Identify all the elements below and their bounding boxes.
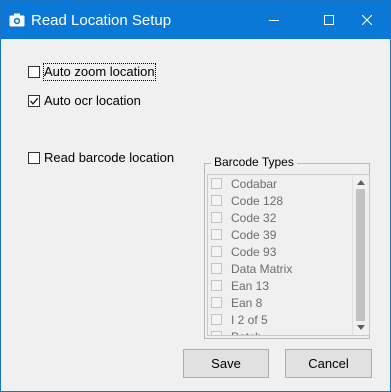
barcode-type-label: Code 39 [231, 227, 277, 242]
list-item[interactable]: Code 93 [208, 243, 353, 260]
list-item[interactable]: Data Matrix [208, 260, 353, 277]
auto-ocr-checkbox[interactable] [28, 95, 40, 107]
list-item[interactable]: Codabar [208, 175, 353, 192]
read-barcode-checkbox[interactable] [28, 152, 40, 164]
barcode-types-items: Codabar Code 128 Code 32 Code 39 Code 93 Data… [208, 175, 353, 335]
barcode-type-checkbox[interactable] [211, 195, 222, 206]
minimize-icon [269, 20, 279, 21]
list-item[interactable]: Patch [208, 328, 353, 335]
barcode-type-checkbox[interactable] [211, 212, 222, 223]
barcode-type-checkbox[interactable] [211, 229, 222, 240]
barcode-type-label: Code 32 [231, 210, 277, 225]
list-item[interactable]: Code 39 [208, 226, 353, 243]
camera-icon [9, 13, 25, 27]
list-item[interactable]: Ean 8 [208, 294, 353, 311]
barcode-type-label: Codabar [231, 176, 278, 191]
dialog-window: Read Location Setup Auto zoom location A… [0, 0, 391, 392]
barcode-type-label: I 2 of 5 [231, 312, 268, 327]
barcode-type-checkbox[interactable] [211, 178, 222, 189]
cancel-button[interactable]: Cancel [285, 349, 372, 378]
maximize-icon [324, 15, 334, 25]
barcode-type-label: Code 93 [231, 244, 277, 259]
save-button[interactable]: Save [183, 349, 269, 378]
scroll-up-icon[interactable] [357, 179, 365, 185]
barcode-type-label: Code 128 [231, 193, 284, 208]
scroll-down-icon[interactable] [357, 325, 365, 331]
barcode-type-checkbox[interactable] [211, 246, 222, 257]
auto-ocr-option[interactable]: Auto ocr location [28, 93, 141, 109]
barcode-type-checkbox[interactable] [211, 297, 222, 308]
vertical-scrollbar[interactable] [352, 175, 369, 335]
read-barcode-option[interactable]: Read barcode location [28, 150, 174, 166]
list-item[interactable]: Code 128 [208, 192, 353, 209]
auto-zoom-label: Auto zoom location [43, 63, 156, 81]
close-button[interactable] [344, 1, 390, 39]
window-title: Read Location Setup [31, 12, 172, 29]
title-bar[interactable]: Read Location Setup [1, 1, 390, 39]
barcode-type-checkbox[interactable] [211, 331, 222, 335]
read-barcode-label: Read barcode location [44, 150, 175, 165]
list-item[interactable]: Code 32 [208, 209, 353, 226]
barcode-type-label: Ean 8 [231, 295, 263, 310]
auto-ocr-label: Auto ocr location [44, 93, 141, 108]
auto-zoom-checkbox[interactable] [28, 66, 40, 78]
barcode-type-checkbox[interactable] [211, 314, 222, 325]
list-item[interactable]: I 2 of 5 [208, 311, 353, 328]
checkmark-icon [29, 97, 39, 105]
minimize-button[interactable] [251, 1, 297, 39]
barcode-types-title: Barcode Types [211, 155, 297, 169]
barcode-type-label: Data Matrix [231, 261, 293, 276]
auto-zoom-option[interactable]: Auto zoom location [28, 63, 156, 81]
list-item[interactable]: Ean 13 [208, 277, 353, 294]
barcode-type-checkbox[interactable] [211, 280, 222, 291]
scrollbar-thumb[interactable] [356, 189, 365, 321]
barcode-type-label: Ean 13 [231, 278, 270, 293]
barcode-type-label: Patch [231, 330, 262, 336]
barcode-type-checkbox[interactable] [211, 263, 222, 274]
close-icon [362, 15, 372, 25]
barcode-types-list[interactable]: Codabar Code 128 Code 32 Code 39 Code 93 Data… [207, 174, 370, 336]
